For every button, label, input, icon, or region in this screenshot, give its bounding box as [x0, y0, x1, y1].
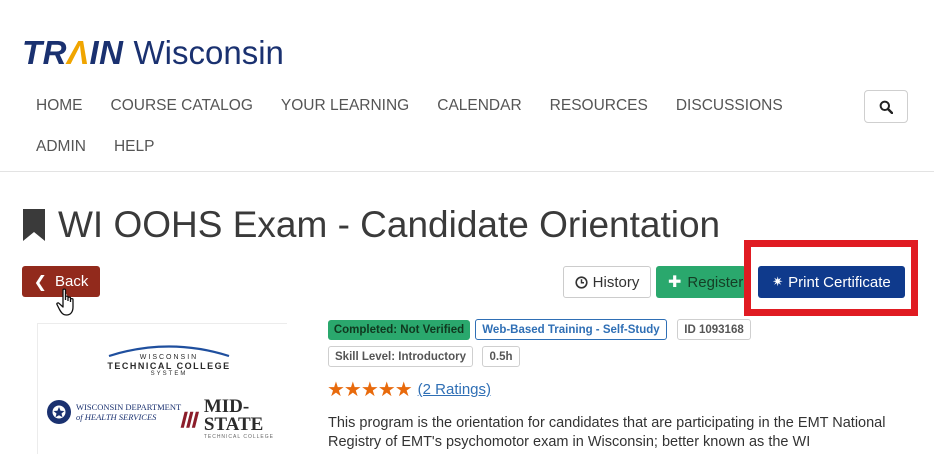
history-button[interactable]: History: [563, 266, 651, 298]
nav-your-learning[interactable]: YOUR LEARNING: [281, 97, 409, 115]
train-logo[interactable]: TRΛIN Wisconsin: [22, 33, 284, 73]
wtcs-sub-text: SYSTEM: [150, 371, 188, 377]
secondary-nav: ADMIN HELP: [36, 138, 182, 156]
course-type-badge: Web-Based Training - Self-Study: [475, 319, 667, 340]
search-button[interactable]: [864, 90, 908, 123]
nav-help[interactable]: HELP: [114, 138, 155, 156]
register-button[interactable]: ✚ Register: [656, 266, 746, 298]
nav-course-catalog[interactable]: COURSE CATALOG: [111, 97, 253, 115]
page-title: WI OOHS Exam - Candidate Orientation: [22, 200, 720, 250]
mid-state-mark-icon: [180, 411, 200, 428]
hand-cursor-icon: [56, 288, 74, 316]
course-title: WI OOHS Exam - Candidate Orientation: [58, 204, 721, 245]
nav-divider: [0, 171, 934, 172]
completion-status-badge: Completed: Not Verified: [328, 320, 470, 340]
chevron-left-icon: ❮: [33, 273, 48, 291]
ratings-link[interactable]: (2 Ratings): [418, 381, 491, 398]
skill-level-badge: Skill Level: Introductory: [328, 346, 473, 367]
nav-home[interactable]: HOME: [36, 97, 83, 115]
course-image: WISCONSIN TECHNICAL COLLEGE SYSTEM WISCO…: [37, 323, 287, 454]
dhs-seal-icon: [47, 400, 71, 424]
rating: ★★★★★ (2 Ratings): [327, 377, 491, 402]
highlight-box: [744, 240, 918, 316]
mid-state-logo: MID-STATE TECHNICAL COLLEGE: [179, 396, 287, 440]
course-id-badge: ID 1093168: [677, 319, 751, 340]
duration-badge: 0.5h: [482, 346, 520, 367]
wtcs-main-text: TECHNICAL COLLEGE: [107, 361, 231, 371]
mid-state-text: MID-STATE: [203, 396, 264, 435]
star-rating-icons: ★★★★★: [327, 379, 413, 401]
plus-icon: ✚: [668, 274, 682, 291]
wtcs-top-text: WISCONSIN: [139, 354, 199, 361]
history-label: History: [592, 273, 640, 291]
register-label: Register: [687, 273, 744, 291]
search-icon: [879, 100, 893, 114]
dhs-logo: WISCONSIN DEPARTMENT of HEALTH SERVICES: [46, 399, 181, 425]
nav-admin[interactable]: ADMIN: [36, 138, 86, 156]
dhs-text: WISCONSIN DEPARTMENT of HEALTH SERVICES: [76, 402, 182, 422]
nav-resources[interactable]: RESOURCES: [550, 97, 648, 115]
course-description: This program is the orientation for cand…: [328, 415, 886, 450]
logo-state-text: Wisconsin: [133, 34, 284, 71]
mid-state-sub-text: TECHNICAL COLLEGE: [203, 434, 274, 440]
wtcs-logo: WISCONSIN TECHNICAL COLLEGE SYSTEM: [107, 343, 231, 377]
nav-calendar[interactable]: CALENDAR: [437, 97, 521, 115]
main-nav: HOME COURSE CATALOG YOUR LEARNING CALEND…: [36, 97, 811, 115]
logo-train-text: TRΛIN: [22, 34, 124, 71]
bookmark-icon: [23, 209, 45, 241]
nav-discussions[interactable]: DISCUSSIONS: [676, 97, 783, 115]
clock-icon: [575, 275, 588, 289]
